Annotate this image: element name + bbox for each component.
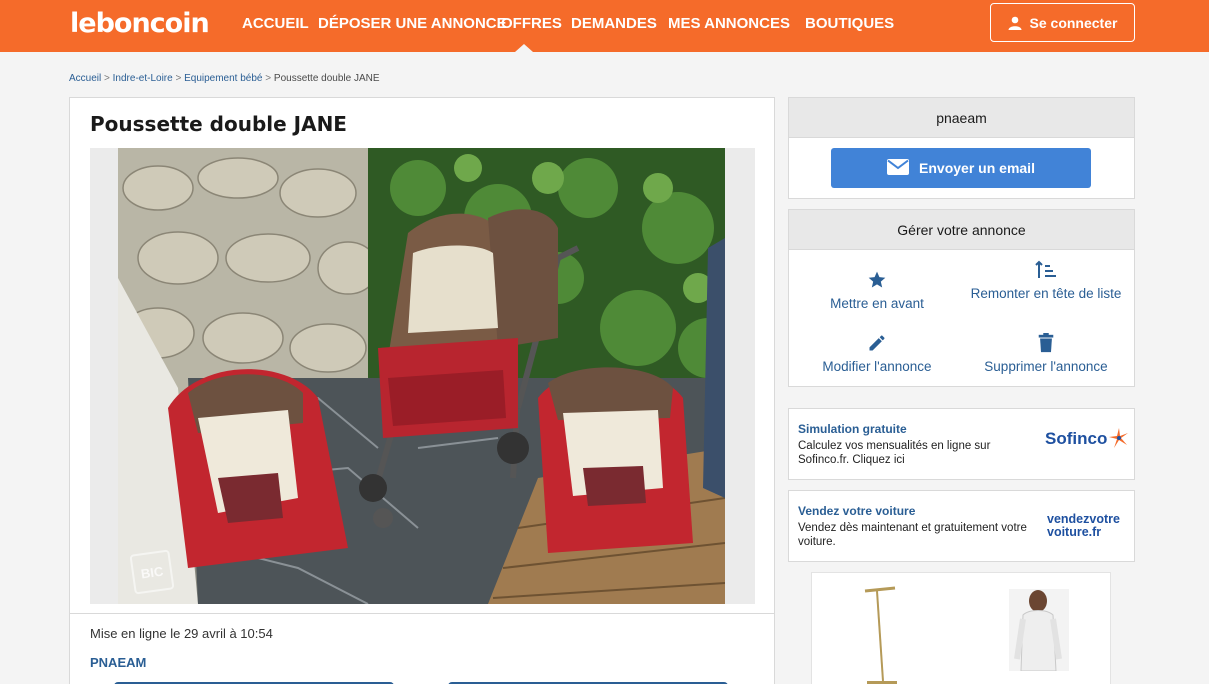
action-remonter-en-tete[interactable]: Remonter en tête de liste (961, 260, 1131, 303)
nav-boutiques[interactable]: BOUTIQUES (805, 0, 894, 52)
action-label: Supprimer l'annonce (984, 359, 1108, 374)
nav-demandes[interactable]: DEMANDES (571, 0, 657, 52)
breadcrumb-current: Poussette double JANE (273, 73, 380, 84)
nav-accueil[interactable]: ACCUEIL (242, 0, 309, 52)
action-mettre-en-avant[interactable]: Mettre en avant (792, 270, 962, 313)
logo-line-2: voiture.fr (1047, 525, 1102, 539)
seller-name-link[interactable]: PNAEAM (90, 655, 146, 670)
lamp-image[interactable] (837, 581, 907, 684)
card-divider (70, 613, 774, 614)
breadcrumb-region[interactable]: Indre-et-Loire (113, 73, 173, 84)
breadcrumb: Accueil > Indre-et-Loire > Equipement bé… (69, 73, 380, 84)
nav-deposer-annonce[interactable]: DÉPOSER UNE ANNONCE (318, 0, 507, 52)
breadcrumb-separator: > (265, 73, 272, 84)
product-ad-banner[interactable] (811, 572, 1111, 684)
seller-box: pnaeam Envoyer un email (788, 97, 1135, 199)
pencil-icon (792, 333, 962, 353)
promo-title: Simulation gratuite (798, 422, 907, 436)
ad-title: Poussette double JANE (90, 112, 347, 136)
action-label: Mettre en avant (830, 296, 924, 311)
clothing-image[interactable] (1009, 589, 1069, 672)
action-label: Modifier l'annonce (822, 359, 932, 374)
manage-ad-title: Gérer votre annonce (789, 210, 1134, 250)
sofinco-logo: Sofinco (1045, 429, 1108, 448)
leboncoin-logo[interactable]: leboncoin (70, 8, 210, 39)
breadcrumb-category[interactable]: Equipement bébé (184, 73, 262, 84)
send-email-label: Envoyer un email (919, 160, 1035, 176)
nav-mes-annonces[interactable]: MES ANNONCES (668, 0, 790, 52)
ad-card: Poussette double JANE BIC Mise en ligne … (69, 97, 775, 684)
vendez-voiture-promo[interactable]: Vendez votre voiture Vendez dès maintena… (788, 490, 1135, 562)
connect-button[interactable]: Se connecter (990, 3, 1135, 42)
active-nav-indicator (515, 44, 533, 52)
trash-icon (961, 333, 1131, 353)
sofinco-promo[interactable]: Simulation gratuite Calculez vos mensual… (788, 408, 1135, 480)
breadcrumb-separator: > (104, 73, 110, 84)
ad-photo[interactable] (118, 148, 725, 604)
top-navigation-bar: leboncoin ACCUEIL DÉPOSER UNE ANNONCE OF… (0, 0, 1209, 52)
photo-watermark: BIC (129, 549, 175, 595)
connect-label: Se connecter (1029, 14, 1118, 31)
action-supprimer-annonce[interactable]: Supprimer l'annonce (961, 333, 1131, 376)
action-modifier-annonce[interactable]: Modifier l'annonce (792, 333, 962, 376)
vendezvotrevoiture-logo: vendezvotre voiture.fr (1047, 513, 1120, 539)
breadcrumb-accueil[interactable]: Accueil (69, 73, 101, 84)
publication-date: Mise en ligne le 29 avril à 10:54 (90, 626, 273, 641)
action-label: Remonter en tête de liste (970, 286, 1122, 301)
manage-ad-box: Gérer votre annonce Mettre en avant Remo… (788, 209, 1135, 387)
mail-icon (887, 158, 910, 178)
promo-text: Vendez dès maintenant et gratuitement vo… (798, 522, 1027, 548)
sofinco-star-icon (1109, 428, 1128, 448)
seller-box-name: pnaeam (789, 98, 1134, 138)
promo-title: Vendez votre voiture (798, 504, 916, 518)
user-icon (1008, 16, 1022, 30)
promo-text: Calculez vos mensualités en ligne sur So… (798, 440, 991, 466)
breadcrumb-separator: > (175, 73, 182, 84)
send-email-button[interactable]: Envoyer un email (831, 148, 1091, 188)
star-icon (792, 270, 962, 290)
ad-photo-viewer[interactable]: BIC (90, 148, 755, 604)
sort-up-icon (961, 260, 1131, 280)
